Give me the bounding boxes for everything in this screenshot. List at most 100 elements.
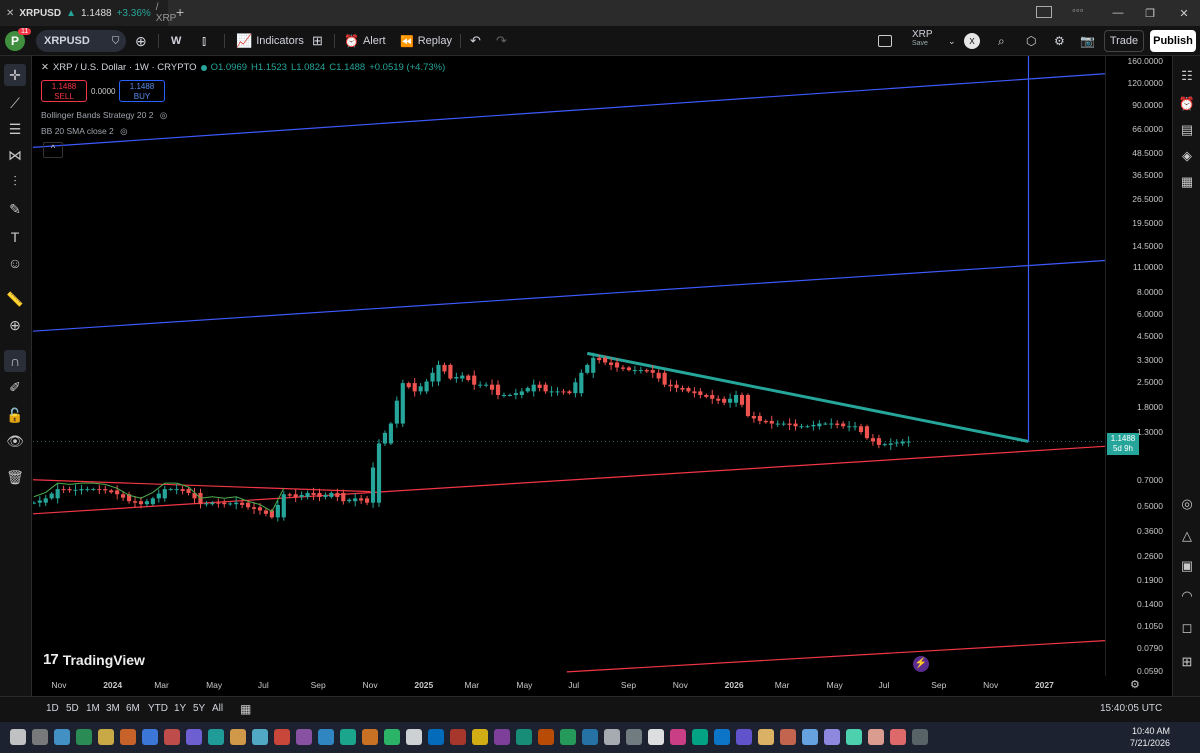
x-share-button[interactable]: X — [964, 33, 980, 49]
replay-button[interactable]: ⏪ Replay — [400, 30, 452, 52]
range-button-5y[interactable]: 5Y — [193, 703, 205, 714]
taskbar-app-icon[interactable] — [494, 729, 510, 745]
object-tree-icon[interactable]: ⬡ — [1026, 30, 1036, 52]
taskbar-app-icon[interactable] — [780, 729, 796, 745]
taskbar-app-icon[interactable] — [406, 729, 422, 745]
taskbar-app-icon[interactable] — [714, 729, 730, 745]
zoom-in-icon[interactable]: ⊕ — [4, 314, 26, 336]
watchlist-icon[interactable]: ☷ — [1177, 66, 1197, 86]
legend-close-icon[interactable]: ✕ — [41, 62, 49, 73]
price-axis[interactable]: 160.0000 120.0000 90.0000 66.0000 48.5000 36.… — [1105, 56, 1171, 676]
ruler-icon[interactable]: 📏 — [4, 288, 26, 310]
layouts-grid-icon[interactable]: ⊞ — [312, 30, 323, 52]
taskbar-app-icon[interactable] — [538, 729, 554, 745]
indicator-bollinger-strategy[interactable]: Bollinger Bands Strategy 20 2 ◎ — [41, 110, 167, 121]
range-button-1y[interactable]: 1Y — [174, 703, 186, 714]
time-axis[interactable]: Nov 2024 Mar May Jul Sep Nov 2025 Mar May Jul Sep No… — [33, 676, 1172, 696]
redo-icon[interactable]: ↷ — [496, 30, 507, 52]
taskbar-app-icon[interactable] — [120, 729, 136, 745]
taskbar-app-icon[interactable] — [626, 729, 642, 745]
maximize-button[interactable]: ❐ — [1132, 0, 1168, 26]
chart-pane[interactable]: ✕ XRP / U.S. Dollar · 1W · CRYPTO O1.096… — [33, 56, 1105, 676]
publish-button[interactable]: Publish — [1150, 30, 1196, 52]
minimize-button[interactable]: — — [1100, 0, 1136, 26]
taskbar-app-icon[interactable] — [208, 729, 224, 745]
taskbar-app-icon[interactable] — [802, 729, 818, 745]
range-button-all[interactable]: All — [212, 703, 223, 714]
range-button-1d[interactable]: 1D — [46, 703, 59, 714]
taskbar-app-icon[interactable] — [670, 729, 686, 745]
trendline-tool-icon[interactable]: ⟋ — [4, 92, 26, 114]
interval-button[interactable]: W — [171, 30, 181, 52]
brush-tool-icon[interactable]: ✎ — [4, 198, 26, 220]
taskbar-app-icon[interactable] — [32, 729, 48, 745]
lightning-icon[interactable]: ⚡ — [913, 656, 929, 672]
trash-icon[interactable]: 🗑 — [4, 466, 26, 488]
magnet-icon[interactable]: ∩ — [4, 350, 26, 372]
layout-dropdown-chevron-icon[interactable]: ⌄ — [948, 30, 956, 52]
eye-icon[interactable]: 👁 — [4, 430, 26, 452]
lock-icon[interactable]: 🔓 — [4, 404, 26, 426]
indicator-bb[interactable]: BB 20 SMA close 2 ◎ — [41, 126, 128, 137]
taskbar-app-icon[interactable] — [362, 729, 378, 745]
ideas-icon[interactable]: △ — [1177, 526, 1197, 546]
tradingview-watermark[interactable]: 17 TradingView — [43, 651, 145, 668]
taskbar-app-icon[interactable] — [186, 729, 202, 745]
range-button-ytd[interactable]: YTD — [148, 703, 168, 714]
taskbar-app-icon[interactable] — [516, 729, 532, 745]
taskbar-app-icon[interactable] — [252, 729, 268, 745]
chat-icon[interactable]: ◻ — [1177, 618, 1197, 638]
taskbar-app-icon[interactable] — [846, 729, 862, 745]
range-button-5d[interactable]: 5D — [66, 703, 79, 714]
taskbar-app-icon[interactable] — [340, 729, 356, 745]
sell-button[interactable]: 1.1488 SELL — [41, 80, 87, 102]
projection-tool-icon[interactable]: ⫶ — [4, 170, 26, 192]
hidden-eye-icon[interactable]: ◎ — [160, 110, 167, 120]
taskbar-app-icon[interactable] — [230, 729, 246, 745]
trade-button[interactable]: Trade — [1104, 30, 1144, 52]
taskbar-app-icon[interactable] — [890, 729, 906, 745]
taskbar-app-icon[interactable] — [582, 729, 598, 745]
taskbar-app-icon[interactable] — [142, 729, 158, 745]
price-chart[interactable] — [33, 56, 1105, 676]
buy-button[interactable]: 1.1488 BUY — [119, 80, 165, 102]
compare-add-icon[interactable]: ⊕ — [135, 30, 147, 52]
alerts-clock-icon[interactable]: ⏰ — [1177, 94, 1197, 114]
taskbar-app-icon[interactable] — [868, 729, 884, 745]
taskbar-app-icon[interactable] — [912, 729, 928, 745]
candle-type-icon[interactable]: ⫾ — [202, 30, 206, 52]
symbol-search[interactable]: XRPUSD ⛉ — [36, 30, 126, 52]
utc-clock[interactable]: 15:40:05 UTC — [1100, 703, 1162, 714]
taskbar-clock[interactable]: 10:40 AM 7/21/2026 — [1130, 725, 1170, 749]
text-tool-icon[interactable]: T — [4, 226, 26, 248]
calendar-events-icon[interactable]: ▣ — [1177, 556, 1197, 576]
calendar-icon[interactable]: ▦ — [1177, 172, 1197, 192]
hidden-eye-icon[interactable]: ◎ — [120, 126, 127, 136]
layers-icon[interactable]: ◈ — [1177, 146, 1197, 166]
snapshot-camera-icon[interactable]: 📷 — [1080, 30, 1095, 52]
target-icon[interactable]: ◎ — [1177, 494, 1197, 514]
taskbar-app-icon[interactable] — [296, 729, 312, 745]
undo-icon[interactable]: ↶ — [470, 30, 481, 52]
pattern-tool-icon[interactable]: ⋈ — [4, 144, 26, 166]
layout-name-button[interactable]: XRP Save — [912, 29, 933, 51]
taskbar-app-icon[interactable] — [450, 729, 466, 745]
alert-button[interactable]: ⏰ Alert — [344, 30, 386, 52]
taskbar-app-icon[interactable] — [318, 729, 334, 745]
taskbar-app-icon[interactable] — [758, 729, 774, 745]
taskbar-app-icon[interactable] — [736, 729, 752, 745]
new-tab-button[interactable]: + — [176, 4, 184, 20]
range-button-3m[interactable]: 3M — [106, 703, 120, 714]
range-button-6m[interactable]: 6M — [126, 703, 140, 714]
emoji-icon[interactable]: ☺ — [4, 252, 26, 274]
taskbar-app-icon[interactable] — [824, 729, 840, 745]
taskbar-app-icon[interactable] — [692, 729, 708, 745]
pip-icon[interactable] — [1036, 6, 1052, 18]
more-options-icon[interactable]: ◦◦◦ — [1072, 5, 1084, 17]
close-window-button[interactable]: ✕ — [1166, 0, 1200, 26]
browser-tab[interactable]: ✕ XRPUSD ▲ 1.1488 +3.36% / XRP — [0, 0, 176, 26]
taskbar-app-icon[interactable] — [384, 729, 400, 745]
taskbar-app-icon[interactable] — [54, 729, 70, 745]
taskbar-app-icon[interactable] — [76, 729, 92, 745]
taskbar-app-icon[interactable] — [560, 729, 576, 745]
